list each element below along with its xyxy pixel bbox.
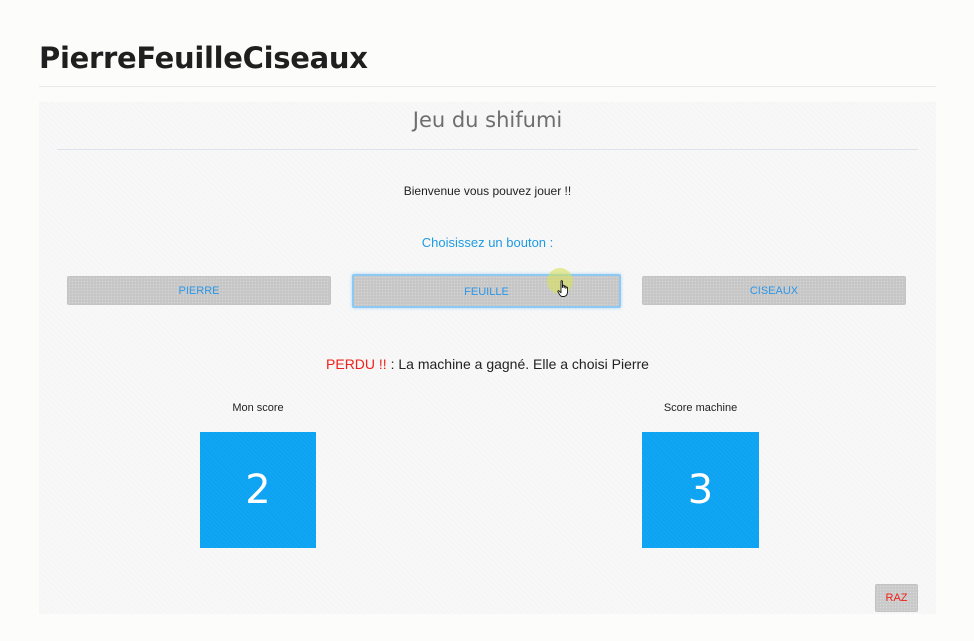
game-panel: Jeu du shifumi Bienvenue vous pouvez jou… bbox=[39, 102, 936, 614]
choose-prompt: Choisissez un bouton : bbox=[421, 235, 554, 250]
result-status: PERDU !! bbox=[326, 356, 387, 372]
pierre-button[interactable]: PIERRE bbox=[67, 276, 331, 305]
ciseaux-button[interactable]: CISEAUX bbox=[642, 276, 906, 305]
reset-button[interactable]: RAZ bbox=[875, 584, 918, 612]
result-message: PERDU !! : La machine a gagné. Elle a ch… bbox=[39, 356, 936, 372]
my-score-value: 2 bbox=[200, 432, 316, 548]
title-divider bbox=[39, 86, 936, 87]
feuille-button[interactable]: FEUILLE bbox=[352, 274, 621, 308]
page-title: PierreFeuilleCiseaux bbox=[39, 41, 368, 75]
game-title: Jeu du shifumi bbox=[412, 108, 563, 132]
machine-score-value: 3 bbox=[642, 432, 759, 548]
my-score-label: Mon score bbox=[232, 402, 284, 414]
machine-score-label: Score machine bbox=[663, 402, 738, 414]
game-title-divider bbox=[57, 149, 918, 150]
hand-pointer-icon bbox=[557, 280, 568, 297]
welcome-message: Bienvenue vous pouvez jouer !! bbox=[403, 184, 572, 198]
result-detail: : La machine a gagné. Elle a choisi Pier… bbox=[386, 356, 649, 372]
